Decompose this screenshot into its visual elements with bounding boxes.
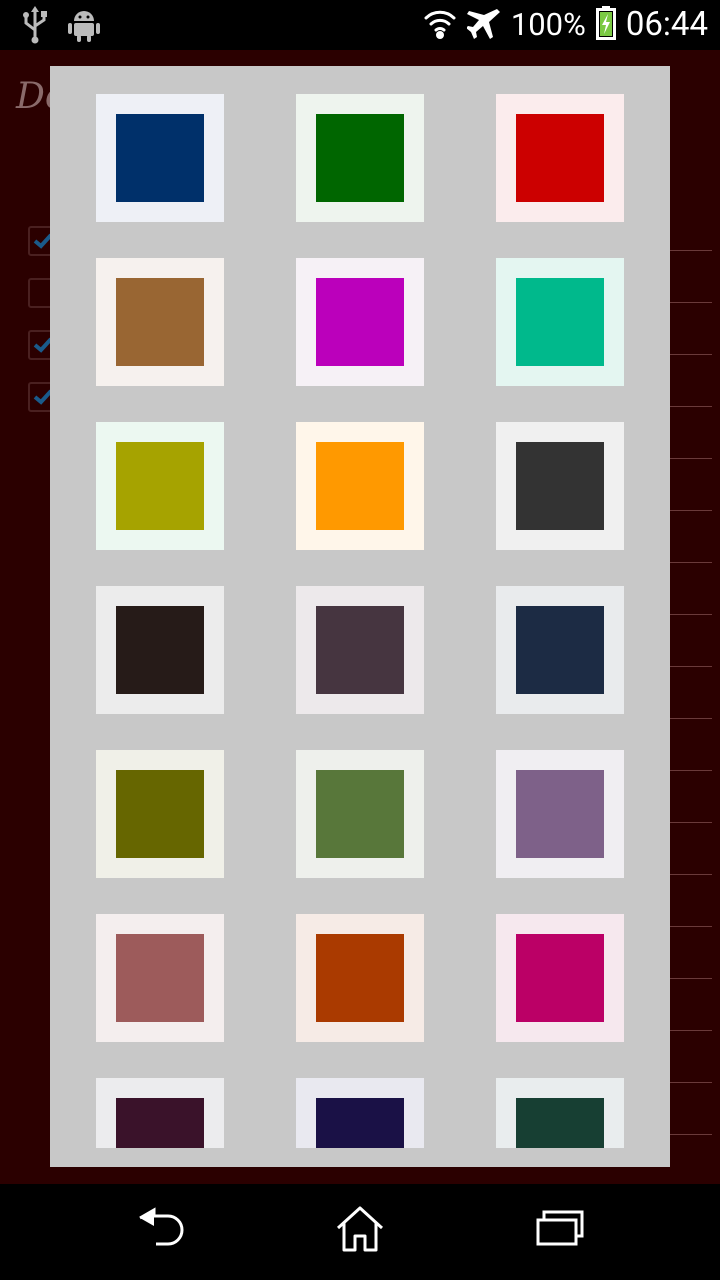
color-swatch-teal[interactable] [496, 258, 624, 386]
clock: 06:44 [625, 5, 708, 44]
color-swatch-fill [316, 278, 404, 366]
color-swatch-fill [516, 278, 604, 366]
background-rule-line [670, 302, 712, 303]
color-swatch-midnight-indigo[interactable] [296, 1078, 424, 1148]
color-swatch-fill [316, 442, 404, 530]
background-rule-line [670, 510, 712, 511]
wifi-icon [423, 6, 457, 44]
color-swatch-fill [116, 114, 204, 202]
color-swatch-orange[interactable] [296, 422, 424, 550]
status-bar: 100% 06:44 [0, 0, 720, 50]
color-swatch-fill [316, 934, 404, 1022]
home-icon [336, 1206, 384, 1252]
background-rule-line [670, 770, 712, 771]
background-rule-line [670, 1082, 712, 1083]
color-swatch-dusty-rose[interactable] [96, 914, 224, 1042]
home-button[interactable] [334, 1206, 394, 1258]
airplane-mode-icon [465, 6, 501, 44]
battery-charging-icon [595, 6, 616, 44]
color-picker-dialog [50, 66, 670, 1167]
color-swatch-fill [516, 114, 604, 202]
color-swatch-green[interactable] [296, 94, 424, 222]
color-swatch-fill [116, 1098, 204, 1148]
color-swatch-fill [116, 278, 204, 366]
background-rule-line [670, 1030, 712, 1031]
color-swatch-fill [516, 442, 604, 530]
background-rule-line [670, 614, 712, 615]
color-swatch-navy[interactable] [96, 94, 224, 222]
navigation-bar [0, 1184, 720, 1280]
color-swatch-fill [116, 770, 204, 858]
color-swatch-fill [516, 934, 604, 1022]
color-swatch-dark-wine[interactable] [96, 1078, 224, 1148]
background-rule-line [670, 1134, 712, 1135]
color-swatch-near-black[interactable] [96, 586, 224, 714]
background-rule-line [670, 926, 712, 927]
color-swatch-fill [516, 770, 604, 858]
color-swatch-fill [316, 1098, 404, 1148]
background-rule-line [670, 354, 712, 355]
color-swatch-grid[interactable] [50, 66, 670, 1148]
color-swatch-fill [316, 770, 404, 858]
background-rule-line [670, 406, 712, 407]
color-swatch-dark-forest[interactable] [496, 1078, 624, 1148]
back-icon [139, 1207, 184, 1246]
color-swatch-dark-plum[interactable] [296, 586, 424, 714]
color-swatch-moss-green[interactable] [296, 750, 424, 878]
color-swatch-rust[interactable] [296, 914, 424, 1042]
color-swatch-dark-olive[interactable] [96, 750, 224, 878]
color-swatch-brown[interactable] [96, 258, 224, 386]
background-rule-line [670, 250, 712, 251]
background-rule-line [670, 562, 712, 563]
back-button[interactable] [134, 1206, 194, 1258]
battery-percent: 100% [510, 6, 586, 43]
color-swatch-fill [116, 934, 204, 1022]
color-swatch-fill [316, 114, 404, 202]
recent-apps-icon [536, 1210, 584, 1246]
color-swatch-fill [316, 606, 404, 694]
color-swatch-magenta[interactable] [296, 258, 424, 386]
background-rule-line [670, 874, 712, 875]
color-swatch-fill [516, 606, 604, 694]
color-swatch-fill [116, 442, 204, 530]
color-swatch-red[interactable] [496, 94, 624, 222]
color-swatch-fill [116, 606, 204, 694]
color-swatch-olive-yellow[interactable] [96, 422, 224, 550]
background-rule-line [670, 666, 712, 667]
color-swatch-dark-navy[interactable] [496, 586, 624, 714]
color-swatch-raspberry[interactable] [496, 914, 624, 1042]
background-rule-line [670, 718, 712, 719]
color-swatch-fill [516, 1098, 604, 1148]
usb-icon [20, 6, 50, 48]
android-debug-icon [68, 7, 100, 47]
recent-apps-button[interactable] [534, 1206, 594, 1258]
background-rule-line [670, 822, 712, 823]
background-rule-line [670, 978, 712, 979]
color-swatch-dark-gray[interactable] [496, 422, 624, 550]
color-swatch-muted-purple[interactable] [496, 750, 624, 878]
background-rule-line [670, 458, 712, 459]
